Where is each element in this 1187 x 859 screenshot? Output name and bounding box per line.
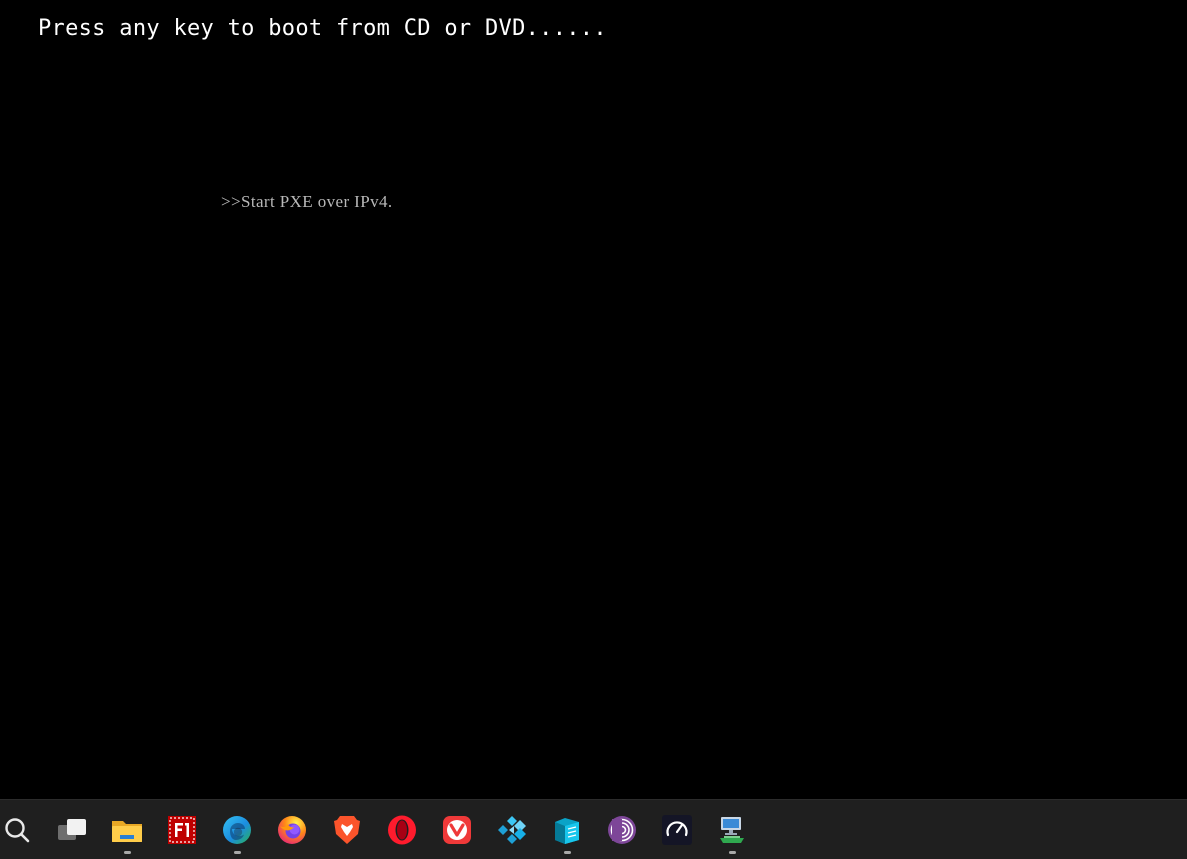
edge-icon — [221, 814, 253, 846]
task-view-icon — [56, 816, 88, 844]
taskbar-brave[interactable] — [324, 800, 370, 859]
taskbar-database-app[interactable] — [544, 800, 590, 859]
running-indicator — [563, 851, 571, 854]
taskbar-search-button[interactable] — [0, 800, 40, 859]
boot-prompt-text: Press any key to boot from CD or DVD....… — [38, 16, 607, 41]
network-computer-icon — [716, 814, 748, 846]
taskbar-tor-browser[interactable] — [599, 800, 645, 859]
tor-browser-icon — [606, 814, 638, 846]
taskbar-network-app[interactable] — [709, 800, 755, 859]
speedtest-icon — [661, 814, 693, 846]
search-icon — [3, 816, 31, 844]
taskbar-vivaldi[interactable] — [434, 800, 480, 859]
taskbar-kodi[interactable] — [489, 800, 535, 859]
opera-icon — [386, 814, 418, 846]
filezilla-icon — [167, 815, 197, 845]
taskbar-opera[interactable] — [379, 800, 425, 859]
boot-console: Press any key to boot from CD or DVD....… — [0, 0, 1187, 799]
vivaldi-icon — [442, 815, 472, 845]
kodi-icon — [496, 814, 528, 846]
running-indicator — [233, 851, 241, 854]
pxe-status-text: >>Start PXE over IPv4. — [221, 192, 393, 211]
database-app-icon — [551, 814, 583, 846]
taskbar-edge[interactable] — [214, 800, 260, 859]
taskbar-task-view-button[interactable] — [49, 800, 95, 859]
brave-icon — [332, 814, 362, 846]
taskbar-file-explorer[interactable] — [104, 800, 150, 859]
firefox-icon — [276, 814, 308, 846]
running-indicator — [728, 851, 736, 854]
file-explorer-icon — [111, 816, 143, 844]
taskbar-filezilla[interactable] — [159, 800, 205, 859]
taskbar — [0, 799, 1187, 859]
taskbar-firefox[interactable] — [269, 800, 315, 859]
running-indicator — [123, 851, 131, 854]
taskbar-speedtest[interactable] — [654, 800, 700, 859]
